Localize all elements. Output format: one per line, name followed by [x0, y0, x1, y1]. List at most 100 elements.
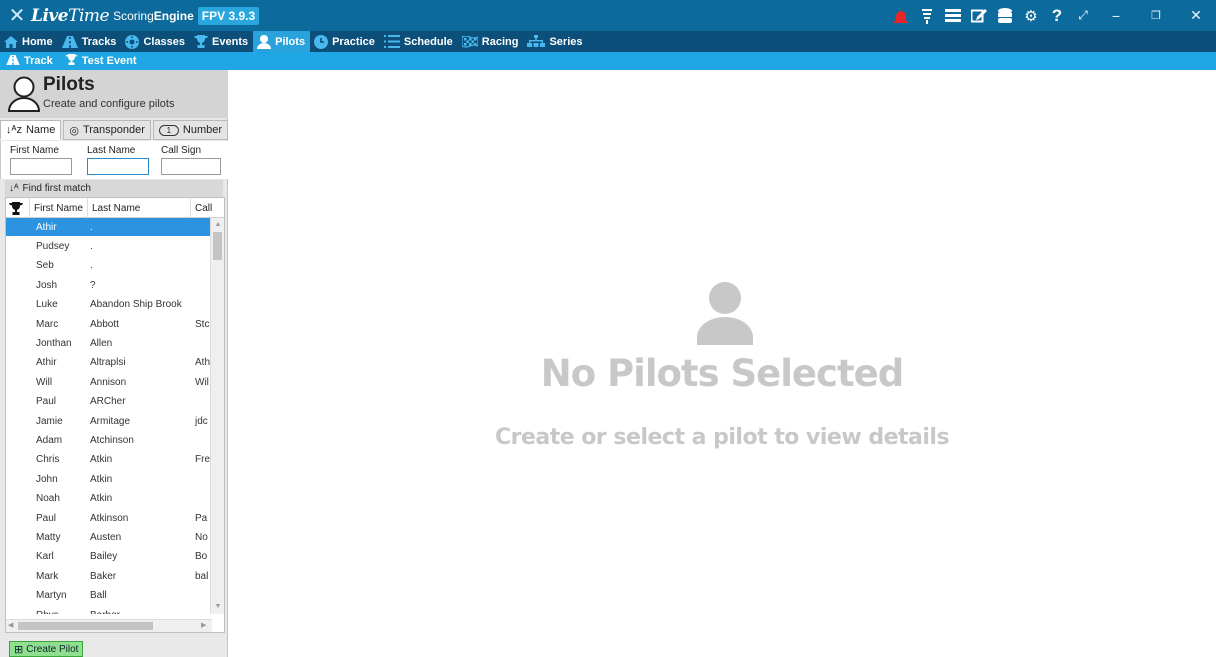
panel-title: Pilots	[43, 74, 95, 95]
last-name-filter-input[interactable]	[87, 158, 149, 175]
help-icon[interactable]: ?	[1044, 0, 1070, 31]
column-last-name[interactable]: Last Name	[88, 198, 191, 218]
context-bar: Track Test Event	[0, 52, 1216, 70]
table-row[interactable]: Pudsey.	[6, 237, 210, 257]
table-row[interactable]: Marc Abbott Stc	[6, 315, 210, 335]
table-row[interactable]: Matty Austen No	[6, 528, 210, 548]
tab-sort-number[interactable]: 1 Number	[152, 120, 229, 140]
context-event[interactable]: Test Event	[59, 54, 143, 68]
tab-sort-transponder[interactable]: ◎ Transponder	[63, 120, 151, 140]
first-name-cell: Athir	[36, 357, 57, 369]
empty-state-subtitle: Create or select a pilot to view details	[494, 425, 950, 450]
product-name: ScoringEngine	[113, 8, 194, 23]
nav-schedule[interactable]: Schedule	[380, 31, 458, 52]
last-name-label: Last Name	[87, 145, 136, 156]
scroll-thumb[interactable]	[213, 232, 222, 260]
expand-icon[interactable]: ⤢	[1070, 0, 1096, 31]
table-row[interactable]: Josh?	[6, 276, 210, 296]
transponder-icon[interactable]	[914, 0, 940, 31]
column-call-sign[interactable]: Call	[191, 198, 224, 218]
table-row[interactable]: Noah Atkin	[6, 489, 210, 509]
gear-icon[interactable]: ⚙	[1018, 0, 1044, 31]
first-name-cell: Paul	[36, 512, 57, 524]
nav-classes[interactable]: Classes	[121, 31, 190, 52]
clock-icon	[314, 34, 329, 49]
scroll-left-icon[interactable]: ◀	[8, 621, 13, 629]
table-row[interactable]: Chris Atkin Fre	[6, 451, 210, 471]
pilot-icon	[257, 34, 272, 49]
database-icon[interactable]	[992, 0, 1018, 31]
horizontal-scrollbar[interactable]: ◀ ▶	[6, 619, 212, 632]
table-row[interactable]: Mark Baker bal	[6, 567, 210, 587]
last-name-cell: .	[90, 221, 93, 233]
close-button[interactable]: ✕	[1176, 0, 1216, 31]
version-badge: FPV 3.9.3	[197, 6, 260, 25]
pilots-table: First Name Last Name Call Athir. Pudsey. S…	[5, 197, 225, 633]
scroll-right-icon[interactable]: ▶	[201, 621, 206, 629]
nav-series[interactable]: Series	[523, 31, 587, 52]
hscroll-thumb[interactable]	[18, 622, 153, 630]
restore-button[interactable]: ❐	[1136, 0, 1176, 31]
table-row[interactable]: Paul ARCher	[6, 393, 210, 412]
first-name-label: First Name	[10, 145, 59, 156]
pilot-details-empty-state: No Pilots Selected Create or select a pi…	[228, 70, 1216, 657]
table-row[interactable]: Adam Atchinson	[6, 431, 210, 451]
pilot-placeholder-icon	[697, 281, 753, 345]
create-pilot-button[interactable]: ⊞ Create Pilot	[9, 641, 84, 657]
first-name-cell: Chris	[36, 454, 60, 466]
nav-tracks[interactable]: Tracks	[58, 31, 122, 52]
context-track[interactable]: Track	[0, 54, 59, 68]
table-row[interactable]: Paul Atkinson Pa	[6, 509, 210, 529]
table-row[interactable]: Will Annison Wil	[6, 373, 210, 393]
minimize-button[interactable]: −	[1096, 0, 1136, 31]
table-row[interactable]: Athir Altraplsi Ath	[6, 354, 210, 374]
scroll-down-icon[interactable]: ▼	[213, 602, 223, 612]
panel-header: Pilots Create and configure pilots	[0, 70, 228, 118]
last-name-cell: .	[90, 260, 93, 272]
nav-practice[interactable]: Practice	[310, 31, 380, 52]
first-name-filter-input[interactable]	[10, 158, 72, 175]
empty-state-title: No Pilots Selected	[540, 352, 904, 395]
table-row[interactable]: RhysBarber	[6, 606, 210, 615]
edit-icon[interactable]	[966, 0, 992, 31]
scroll-up-icon[interactable]: ▲	[213, 220, 223, 230]
call-sign-cell: Stc	[195, 318, 210, 330]
tab-sort-name[interactable]: ↓ᴬz Name	[0, 120, 62, 140]
trophy-icon[interactable]	[6, 198, 30, 218]
table-row[interactable]: Jonthan Allen	[6, 334, 210, 354]
table-row[interactable]: Jamie Armitage jdc	[6, 412, 210, 432]
find-first-match-button[interactable]: ↓ᴬ Find first match	[5, 180, 223, 197]
tracks-icon	[6, 54, 20, 68]
call-sign-cell: Pa	[195, 512, 208, 524]
column-first-name[interactable]: First Name	[30, 198, 88, 218]
siren-icon[interactable]	[888, 0, 914, 31]
nav-home[interactable]: Home	[0, 31, 58, 52]
last-name-cell: ?	[90, 279, 96, 291]
last-name-cell: Ball	[90, 590, 107, 602]
transponder-icon: ◎	[69, 124, 79, 137]
table-row[interactable]: Martyn Ball	[6, 586, 210, 606]
nav-racing[interactable]: Racing	[458, 31, 524, 52]
table-header: First Name Last Name Call	[6, 198, 224, 218]
call-sign-cell: bal	[195, 570, 209, 582]
nav-events[interactable]: Events	[190, 31, 253, 52]
table-row[interactable]: Athir.	[6, 218, 210, 238]
schedule-icon	[383, 35, 400, 48]
first-name-cell: Rhys	[32, 610, 86, 615]
table-row[interactable]: Karl Bailey Bo	[6, 548, 210, 568]
table-row[interactable]: John Atkin	[6, 470, 210, 490]
first-name-cell: Matty	[36, 531, 61, 543]
first-name-cell: Jamie	[36, 415, 63, 427]
call-sign-cell: Bo	[195, 551, 208, 563]
vertical-scrollbar[interactable]: ▲ ▼	[210, 218, 224, 614]
number-icon: 1	[158, 124, 179, 136]
nav-pilots[interactable]: Pilots	[253, 31, 311, 52]
last-name-cell: Abbott	[90, 318, 119, 330]
first-name-cell: Adam	[36, 434, 63, 446]
call-sign-filter-input[interactable]	[161, 158, 221, 175]
table-row[interactable]: Luke Abandon Ship Brook	[6, 296, 210, 315]
livetime-logo-icon: ✕	[8, 5, 26, 27]
table-row[interactable]: Seb.	[6, 257, 210, 277]
call-sign-label: Call Sign	[161, 145, 202, 156]
list-icon[interactable]	[940, 0, 966, 31]
